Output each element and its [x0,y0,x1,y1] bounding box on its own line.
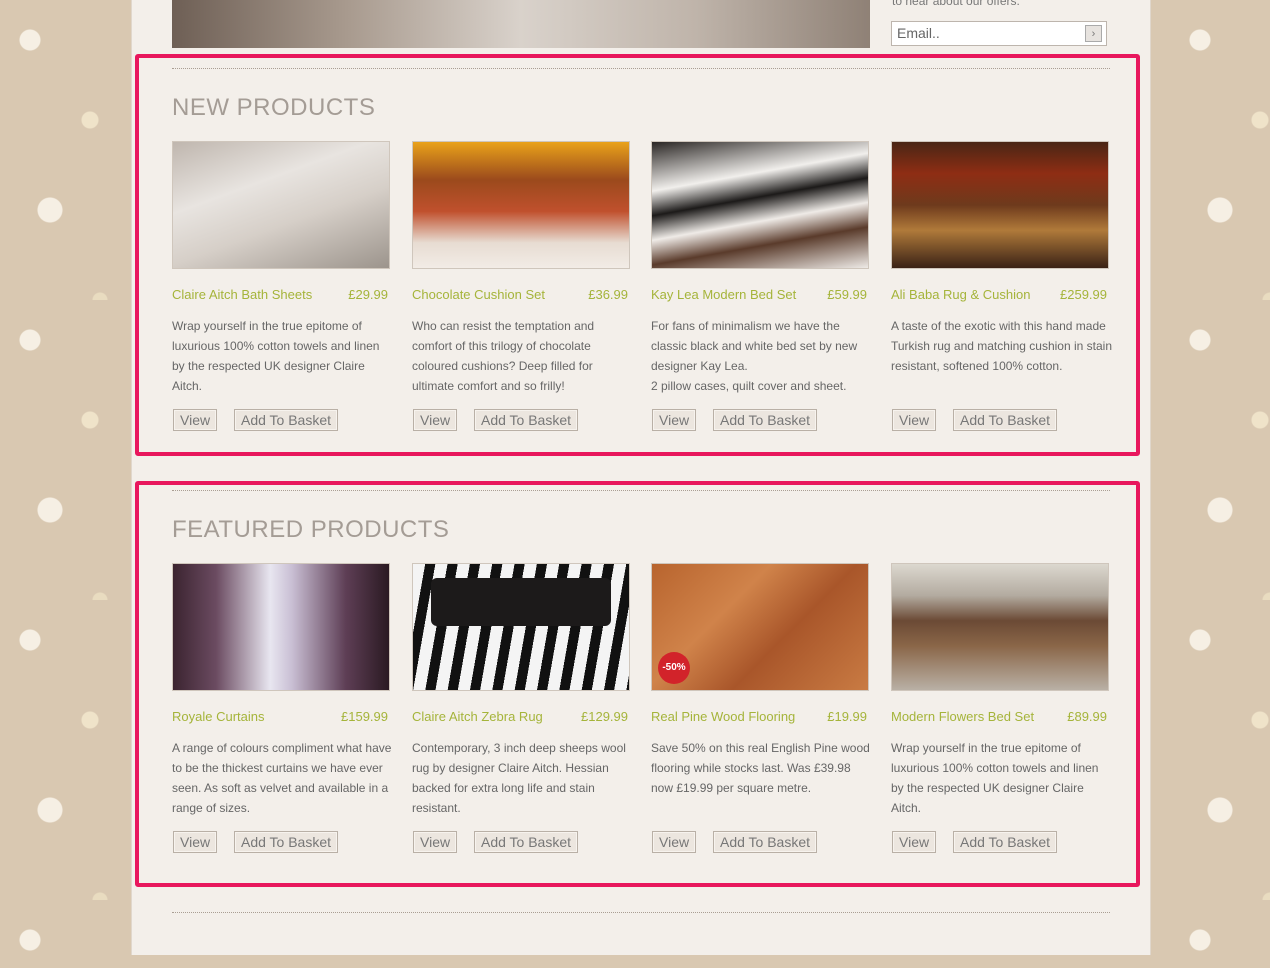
new-products-highlight-box [135,54,1140,456]
newsletter-email-field[interactable]: Email.. › [891,21,1107,46]
email-placeholder: Email.. [897,25,940,41]
footer-divider [172,912,1110,913]
featured-products-highlight-box [135,481,1140,887]
newsletter-text: to hear about our offers. [892,0,1020,8]
hero-image [172,0,870,48]
newsletter-submit-button[interactable]: › [1085,25,1102,42]
